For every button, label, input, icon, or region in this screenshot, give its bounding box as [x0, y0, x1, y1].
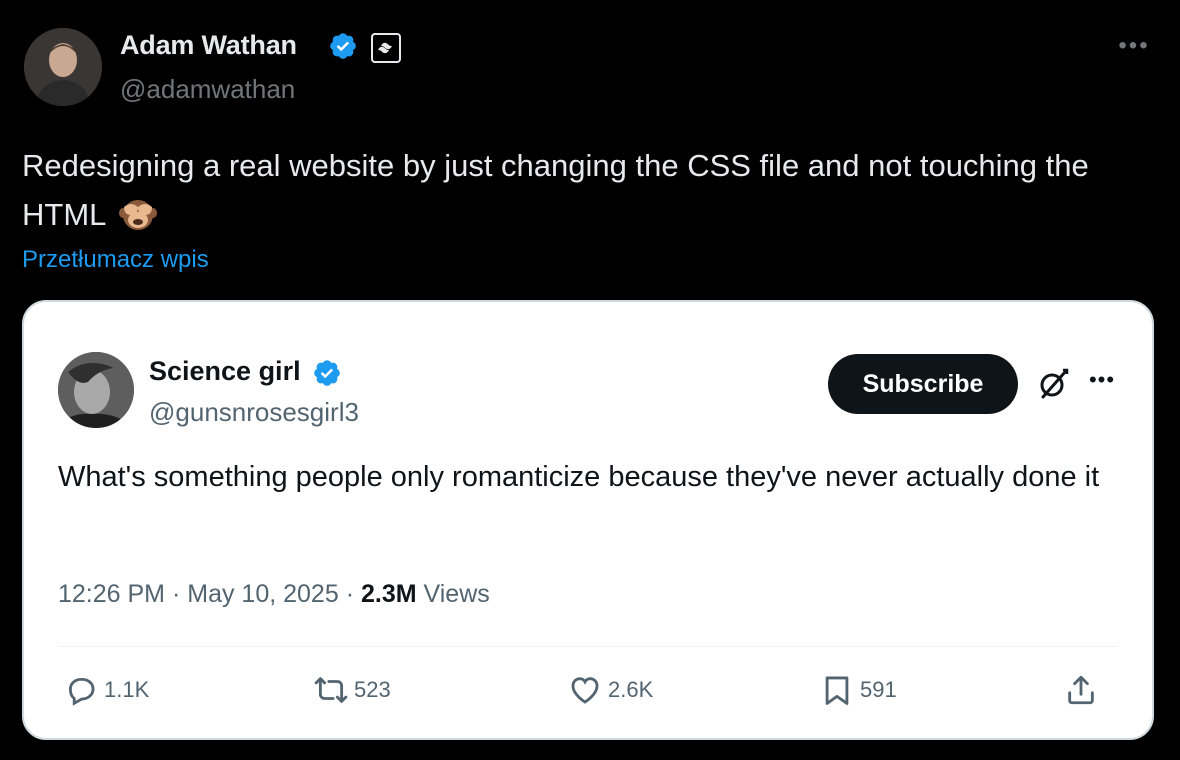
reply-icon — [68, 677, 95, 706]
views-label: Views — [423, 580, 490, 608]
quoted-tweet-card[interactable]: Science girl @gunsnrosesgirl3 Subscribe … — [22, 300, 1154, 740]
meta-separator: · — [171, 580, 181, 608]
tweet-meta: 12:26 PM · May 10, 2025 · 2.3M Views — [58, 580, 490, 609]
repost-button[interactable]: 523 — [314, 668, 391, 712]
quoted-author-avatar[interactable] — [58, 352, 134, 428]
more-options-icon[interactable]: ••• — [1112, 32, 1156, 60]
tailwind-logo-icon[interactable] — [371, 33, 401, 63]
bookmark-icon — [825, 676, 849, 705]
repost-icon — [314, 677, 348, 703]
translate-link[interactable]: Przetłumacz wpis — [22, 246, 209, 274]
views-count: 2.3M — [360, 580, 417, 608]
share-icon — [1068, 675, 1094, 705]
grok-icon[interactable] — [1035, 366, 1071, 402]
bookmark-button[interactable]: 591 — [820, 668, 897, 712]
tweet-page: Adam Wathan @adamwathan ••• Redesigning … — [0, 0, 1180, 760]
tweet-text: Redesigning a real website by just chang… — [22, 141, 1142, 239]
author-handle[interactable]: @adamwathan — [120, 74, 295, 105]
verified-badge-icon — [314, 360, 340, 386]
quoted-author-name[interactable]: Science girl — [149, 356, 301, 387]
see-no-evil-monkey-icon — [118, 200, 157, 230]
verified-badge-icon — [330, 33, 356, 59]
like-count: 2.6K — [608, 677, 654, 702]
more-options-icon[interactable]: ••• — [1084, 368, 1120, 392]
heart-icon — [571, 677, 599, 704]
tweet-time[interactable]: 12:26 PM — [58, 580, 165, 608]
divider — [58, 646, 1118, 647]
meta-separator: · — [345, 580, 355, 608]
quoted-tweet-text: What's something people only romanticize… — [58, 461, 1100, 493]
author-avatar[interactable] — [24, 28, 102, 106]
quoted-author-handle[interactable]: @gunsnrosesgirl3 — [149, 397, 359, 428]
tweet-date[interactable]: May 10, 2025 — [187, 580, 339, 608]
repost-count: 523 — [354, 677, 391, 702]
like-button[interactable]: 2.6K — [568, 668, 653, 712]
reply-count: 1.1K — [104, 677, 150, 702]
share-button[interactable] — [1064, 668, 1098, 712]
author-name[interactable]: Adam Wathan — [120, 30, 297, 61]
tweet-body: Redesigning a real website by just chang… — [22, 148, 1089, 232]
subscribe-button[interactable]: Subscribe — [828, 354, 1018, 414]
bookmark-count: 591 — [860, 677, 897, 702]
reply-button[interactable]: 1.1K — [64, 668, 149, 712]
